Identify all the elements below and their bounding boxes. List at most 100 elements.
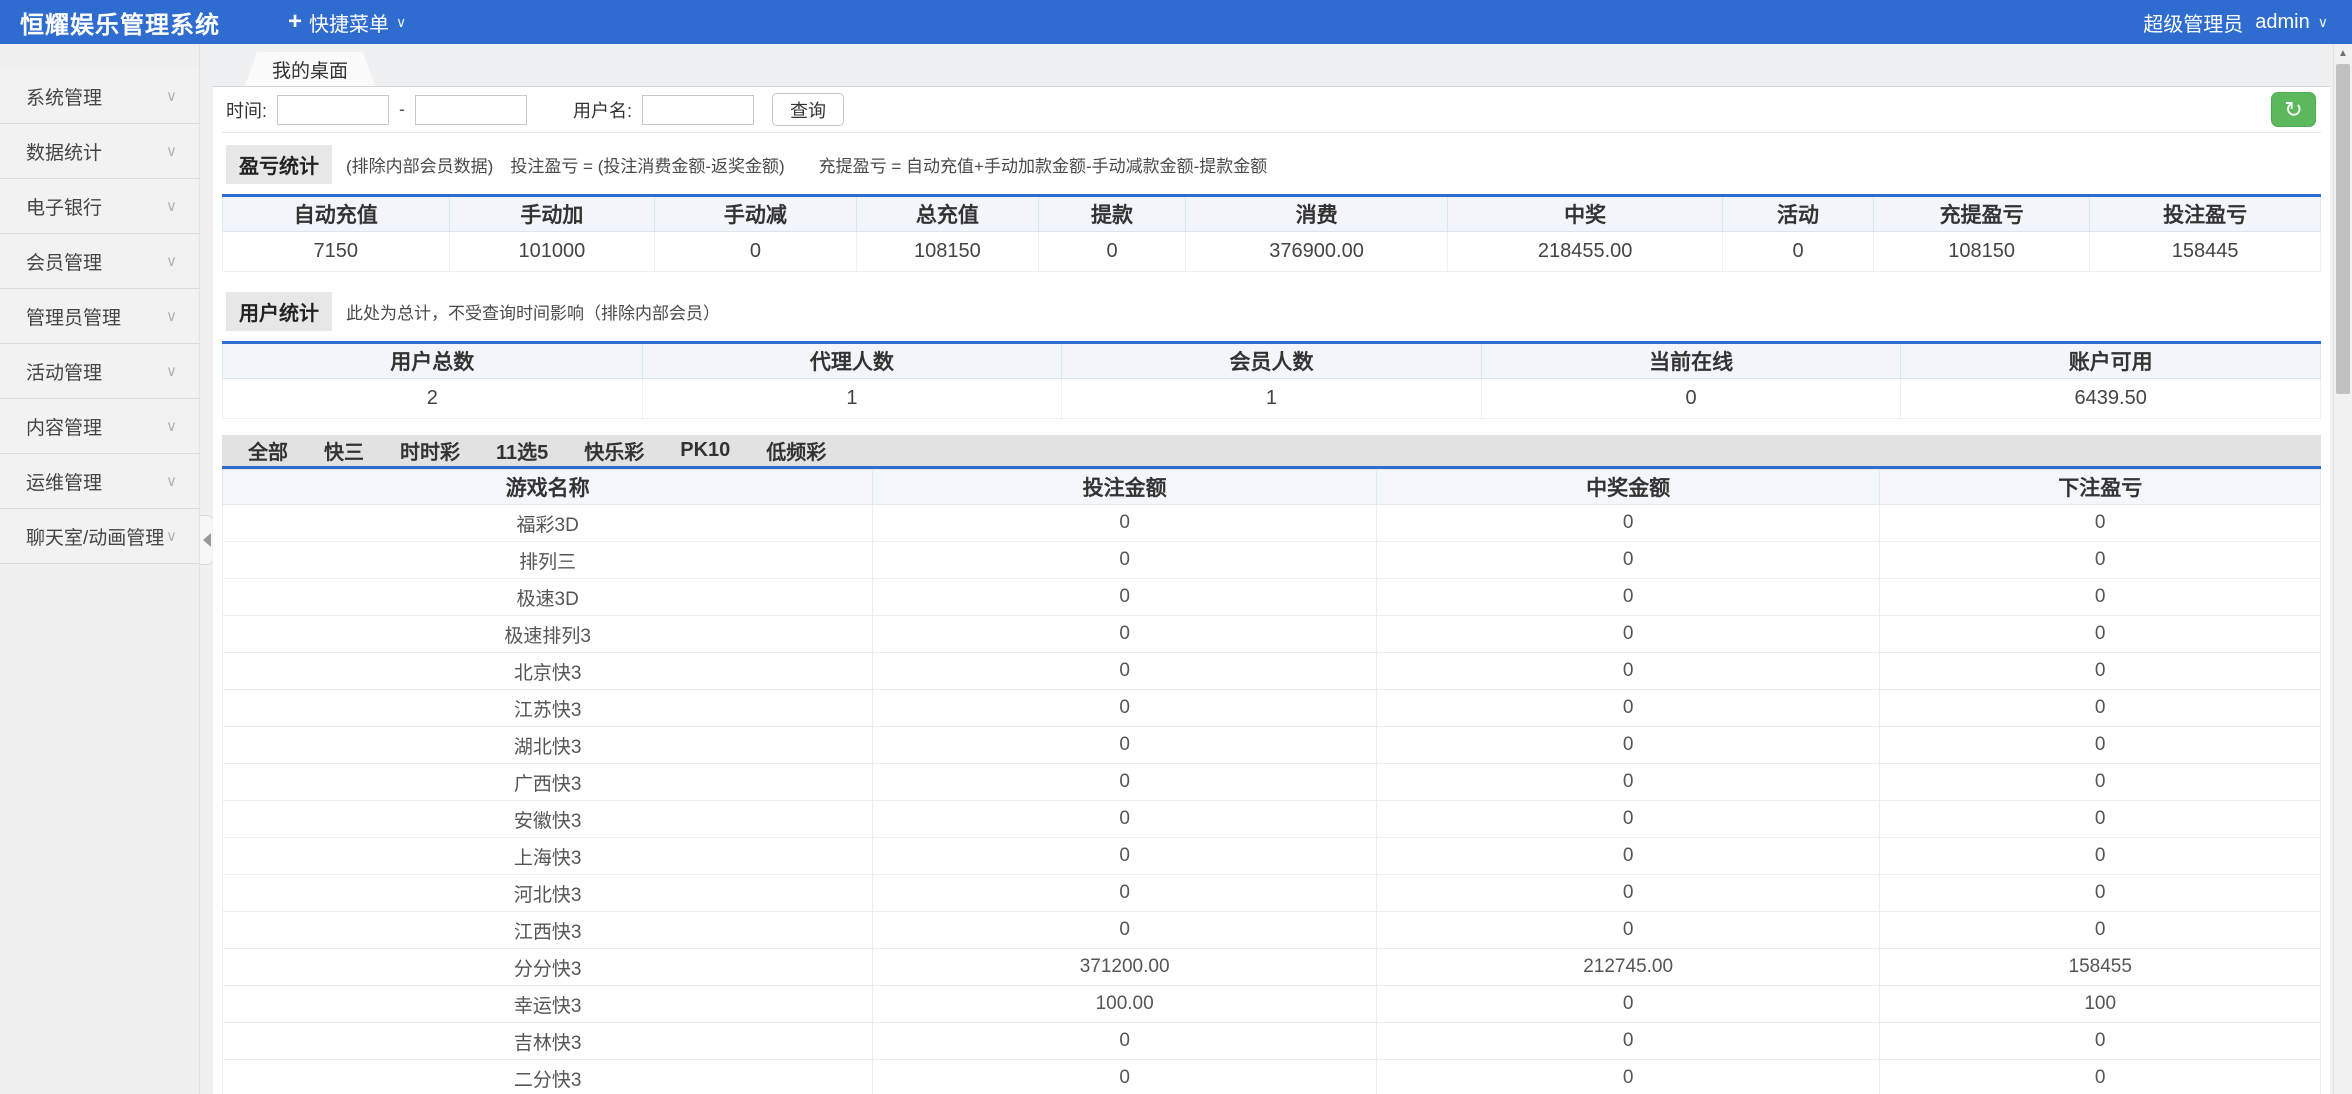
- bet-profit: 100: [1880, 986, 2321, 1023]
- game-row: 河北快3 0 0 0: [223, 875, 2321, 912]
- range-separator: -: [399, 99, 405, 120]
- filter-bar: 时间: - 用户名: 查询 ↻: [222, 87, 2321, 133]
- query-button[interactable]: 查询: [772, 93, 844, 126]
- game-filter-tab[interactable]: PK10: [662, 439, 748, 462]
- chevron-left-icon: [203, 533, 211, 547]
- game-row: 幸运快3 100.00 0 100: [223, 986, 2321, 1023]
- sidebar-item[interactable]: 运维管理 ∨: [0, 454, 199, 509]
- profit-column-header: 充提盈亏: [1874, 196, 2090, 232]
- game-row: 江西快3 0 0 0: [223, 912, 2321, 949]
- sidebar-item[interactable]: 系统管理 ∨: [0, 69, 199, 124]
- sidebar-item[interactable]: 数据统计 ∨: [0, 124, 199, 179]
- profit-column-header: 手动减: [655, 196, 856, 232]
- profit-stat-value: 158445: [2090, 232, 2321, 272]
- win-amount: 0: [1376, 1060, 1880, 1094]
- bet-profit: 0: [1880, 875, 2321, 912]
- sidebar-item[interactable]: 内容管理 ∨: [0, 399, 199, 454]
- game-filter-tab[interactable]: 低频彩: [748, 436, 844, 465]
- bet-profit: 0: [1880, 727, 2321, 764]
- user-role: 超级管理员: [2143, 8, 2243, 37]
- sidebar-item[interactable]: 管理员管理 ∨: [0, 289, 199, 344]
- game-filter-tab[interactable]: 11选5: [478, 436, 566, 465]
- sidebar-item-label: 电子银行: [26, 193, 102, 220]
- game-filter-tab[interactable]: 快乐彩: [566, 436, 662, 465]
- refresh-button[interactable]: ↻: [2271, 92, 2316, 127]
- game-filter-tabs: 全部快三时时彩11选5快乐彩PK10低频彩: [222, 435, 2321, 469]
- bet-profit: 0: [1880, 690, 2321, 727]
- scroll-up-icon[interactable]: ▲: [2334, 44, 2352, 62]
- game-row: 上海快3 0 0 0: [223, 838, 2321, 875]
- bet-profit: 0: [1880, 505, 2321, 542]
- game-row: 福彩3D 0 0 0: [223, 505, 2321, 542]
- profit-column-header: 手动加: [449, 196, 655, 232]
- bet-profit: 0: [1880, 764, 2321, 801]
- game-filter-tab[interactable]: 快三: [306, 436, 382, 465]
- game-name: 河北快3: [223, 875, 873, 912]
- sidebar-item[interactable]: 电子银行 ∨: [0, 179, 199, 234]
- win-amount: 0: [1376, 764, 1880, 801]
- quick-menu-button[interactable]: + 快捷菜单 ∨: [288, 8, 406, 37]
- bet-amount: 0: [873, 616, 1377, 653]
- username-input[interactable]: [642, 95, 754, 125]
- time-from-input[interactable]: [277, 95, 389, 125]
- game-column-header: 中奖金额: [1376, 470, 1880, 505]
- game-name: 江苏快3: [223, 690, 873, 727]
- scrollbar-thumb[interactable]: [2336, 64, 2350, 394]
- profit-column-header: 消费: [1185, 196, 1447, 232]
- game-row: 分分快3 371200.00 212745.00 158455: [223, 949, 2321, 986]
- sidebar-item[interactable]: 活动管理 ∨: [0, 344, 199, 399]
- bet-amount: 0: [873, 875, 1377, 912]
- user-menu-button[interactable]: admin ∨: [2255, 11, 2328, 34]
- game-filter-tab[interactable]: 全部: [230, 436, 306, 465]
- top-navbar: 恒耀娱乐管理系统 + 快捷菜单 ∨ 超级管理员 admin ∨: [0, 0, 2352, 44]
- win-amount: 0: [1376, 875, 1880, 912]
- bet-profit: 0: [1880, 912, 2321, 949]
- bet-amount: 0: [873, 653, 1377, 690]
- game-name: 湖北快3: [223, 727, 873, 764]
- bet-profit: 0: [1880, 616, 2321, 653]
- chevron-down-icon: ∨: [166, 252, 177, 270]
- sidebar: 系统管理 ∨ 数据统计 ∨ 电子银行 ∨ 会员管理 ∨ 管理员管理 ∨ 活动管理…: [0, 44, 200, 1094]
- time-label: 时间:: [226, 97, 267, 123]
- main-content: 我的桌面 时间: - 用户名: 查询 ↻ 盈亏统计 (排除内部会员数据) 投注盈…: [213, 44, 2330, 1094]
- bet-amount: 371200.00: [873, 949, 1377, 986]
- game-row: 极速排列3 0 0 0: [223, 616, 2321, 653]
- refresh-icon: ↻: [2284, 99, 2302, 121]
- username-label: 用户名:: [573, 97, 632, 123]
- game-row: 江苏快3 0 0 0: [223, 690, 2321, 727]
- sidebar-collapse-handle[interactable]: [200, 515, 214, 565]
- chevron-down-icon: ∨: [166, 527, 177, 545]
- time-to-input[interactable]: [415, 95, 527, 125]
- profit-stat-value: 0: [655, 232, 856, 272]
- chevron-down-icon: ∨: [166, 362, 177, 380]
- game-row: 二分快3 0 0 0: [223, 1060, 2321, 1094]
- bet-amount: 0: [873, 1023, 1377, 1060]
- quick-menu-label: 快捷菜单: [309, 8, 389, 37]
- app-title: 恒耀娱乐管理系统: [20, 5, 220, 40]
- sidebar-item-label: 系统管理: [26, 83, 102, 110]
- win-amount: 0: [1376, 986, 1880, 1023]
- desktop-panel: 时间: - 用户名: 查询 ↻ 盈亏统计 (排除内部会员数据) 投注盈亏 = (…: [213, 87, 2330, 1094]
- bet-amount: 0: [873, 912, 1377, 949]
- sidebar-item-label: 聊天室/动画管理: [26, 523, 164, 550]
- tab-my-desktop[interactable]: 我的桌面: [245, 52, 375, 86]
- page-scrollbar[interactable]: ▲: [2333, 44, 2352, 1094]
- bet-amount: 100.00: [873, 986, 1377, 1023]
- bet-profit: 0: [1880, 1060, 2321, 1094]
- game-filter-tab[interactable]: 时时彩: [382, 436, 478, 465]
- sidebar-item[interactable]: 会员管理 ∨: [0, 234, 199, 289]
- game-name: 江西快3: [223, 912, 873, 949]
- profit-stat-value: 7150: [223, 232, 450, 272]
- profit-stat-value: 101000: [449, 232, 655, 272]
- game-row: 极速3D 0 0 0: [223, 579, 2321, 616]
- user-column-header: 账户可用: [1901, 343, 2321, 379]
- user-stat-value: 6439.50: [1901, 379, 2321, 419]
- bet-amount: 0: [873, 542, 1377, 579]
- bet-profit: 0: [1880, 579, 2321, 616]
- sidebar-item-label: 内容管理: [26, 413, 102, 440]
- game-name: 排列三: [223, 542, 873, 579]
- bet-profit: 0: [1880, 838, 2321, 875]
- sidebar-item[interactable]: 聊天室/动画管理 ∨: [0, 509, 199, 564]
- user-stats-table: 用户总数代理人数会员人数当前在线账户可用 21106439.50: [222, 341, 2321, 419]
- bet-amount: 0: [873, 690, 1377, 727]
